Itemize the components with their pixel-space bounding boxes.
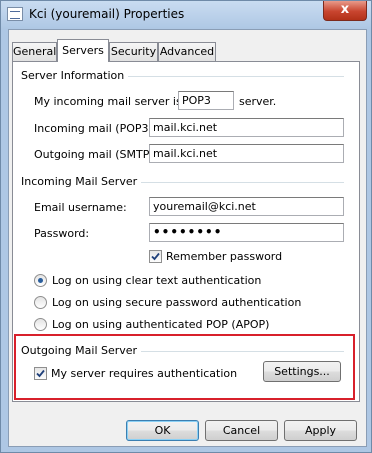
incoming-server-heading: Incoming Mail Server [21,175,142,188]
outgoing-mail-label: Outgoing mail (SMTP): [34,148,158,161]
auth-secure-password-radio[interactable] [34,296,47,309]
remember-password-label: Remember password [166,250,283,263]
outgoing-mail-field[interactable]: mail.kci.net [149,144,344,163]
email-username-field[interactable]: youremail@kci.net [149,197,344,216]
title-bar[interactable]: Kci (youremail) Properties x [1,1,371,29]
remember-password-checkbox[interactable] [149,250,162,263]
close-button[interactable]: x [323,1,367,21]
email-username-label: Email username: [34,201,127,214]
server-info-heading: Server Information [21,69,129,82]
outgoing-server-highlight-box [14,334,355,400]
incoming-mail-field[interactable]: mail.kci.net [149,118,344,137]
cancel-button[interactable]: Cancel [205,420,278,441]
incoming-type-suffix: server. [239,95,277,108]
tab-general[interactable]: General [12,42,57,61]
auth-clear-text-radio[interactable] [34,274,47,287]
window-title: Kci (youremail) Properties [29,7,185,21]
auth-apop-label: Log on using authenticated POP (APOP) [52,318,270,331]
ok-button[interactable]: OK [126,420,199,441]
tab-advanced[interactable]: Advanced [158,42,216,61]
checkmark-icon [151,252,160,261]
password-field[interactable]: •••••••• [149,223,344,242]
incoming-server-type-field[interactable]: POP3 [178,91,234,110]
auth-secure-password-label: Log on using secure password authenticat… [52,296,302,309]
password-label: Password: [34,227,90,240]
auth-apop-radio[interactable] [34,318,47,331]
mail-account-icon [7,7,23,21]
tab-servers[interactable]: Servers [57,39,109,62]
auth-clear-text-label: Log on using clear text authentication [52,274,262,287]
incoming-mail-label: Incoming mail (POP3): [34,122,157,135]
properties-dialog: Kci (youremail) Properties x General Ser… [0,0,372,453]
tab-security[interactable]: Security [109,42,158,61]
apply-button[interactable]: Apply [284,420,357,441]
incoming-type-prefix: My incoming mail server is a [34,95,192,108]
